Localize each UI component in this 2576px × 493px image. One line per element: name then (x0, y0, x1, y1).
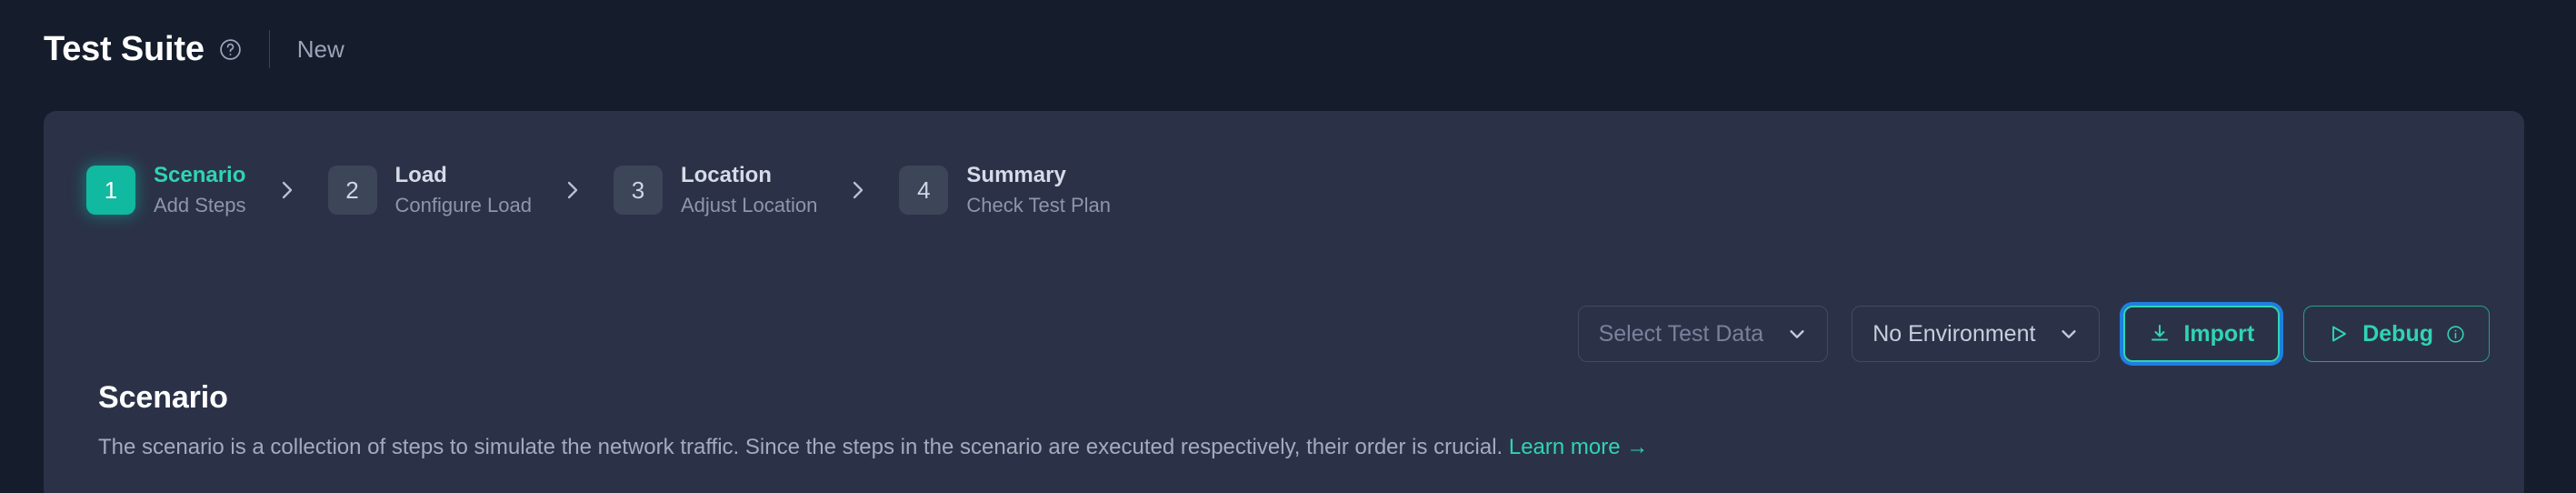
chevron-right-icon (848, 175, 868, 206)
step-desc-3: Adjust Location (680, 193, 818, 216)
scenario-heading: Scenario (98, 380, 228, 415)
import-button-label: Import (2183, 320, 2255, 347)
scenario-section: Scenario The scenario is a collection of… (98, 379, 2488, 462)
learn-more-link[interactable]: Learn more → (1509, 435, 1648, 459)
step-badge-1: 1 (86, 166, 135, 215)
environment-select-label: No Environment (1872, 320, 2036, 347)
step-text-1: Scenario Add Steps (154, 162, 246, 219)
scenario-description-text: The scenario is a collection of steps to… (98, 434, 1503, 459)
debug-button[interactable]: Debug (2303, 306, 2490, 362)
stepper-step-scenario[interactable]: 1 Scenario Add Steps (86, 162, 246, 219)
step-title-2: Load (394, 162, 447, 187)
stepper-step-load[interactable]: 2 Load Configure Load (327, 162, 532, 219)
help-circle-icon[interactable] (219, 38, 242, 61)
step-desc-1: Add Steps (154, 193, 246, 216)
step-text-2: Load Configure Load (395, 162, 532, 219)
debug-button-label: Debug (2362, 320, 2433, 347)
chevron-right-icon (277, 175, 297, 206)
chevron-down-icon (2059, 324, 2079, 344)
step-desc-4: Check Test Plan (966, 193, 1111, 216)
chevron-right-icon (563, 175, 583, 206)
page-title: Test Suite (44, 30, 205, 68)
step-text-4: Summary Check Test Plan (966, 162, 1111, 219)
import-button[interactable]: Import (2123, 306, 2281, 362)
step-badge-4: 4 (899, 166, 949, 215)
step-badge-2: 2 (327, 166, 377, 215)
page-header: Test Suite New (44, 27, 344, 71)
wizard-stepper: 1 Scenario Add Steps 2 Load Configure Lo… (86, 156, 1111, 225)
scenario-description: The scenario is a collection of steps to… (98, 433, 2488, 462)
test-data-select[interactable]: Select Test Data (1577, 306, 1829, 362)
header-divider (268, 30, 270, 68)
info-circle-icon[interactable] (2446, 325, 2465, 344)
stepper-step-summary[interactable]: 4 Summary Check Test Plan (899, 162, 1111, 219)
play-icon (2328, 323, 2350, 345)
stepper-step-location[interactable]: 3 Location Adjust Location (613, 162, 817, 219)
step-title-1: Scenario (154, 162, 246, 187)
step-title-3: Location (680, 162, 772, 187)
test-data-select-label: Select Test Data (1598, 320, 1764, 347)
step-desc-2: Configure Load (394, 193, 532, 216)
app-page: Test Suite New 1 Scenario Add Steps 2 Lo… (0, 0, 2576, 493)
step-badge-3: 3 (613, 166, 663, 215)
download-icon (2149, 323, 2171, 345)
step-title-4: Summary (966, 162, 1066, 187)
page-subtitle: New (296, 35, 344, 63)
environment-select[interactable]: No Environment (1852, 306, 2101, 362)
chevron-down-icon (1787, 324, 1807, 344)
step-text-3: Location Adjust Location (681, 162, 817, 219)
scenario-toolbar: Select Test Data No Environment Import D… (1577, 304, 2490, 364)
wizard-card: 1 Scenario Add Steps 2 Load Configure Lo… (44, 111, 2524, 493)
